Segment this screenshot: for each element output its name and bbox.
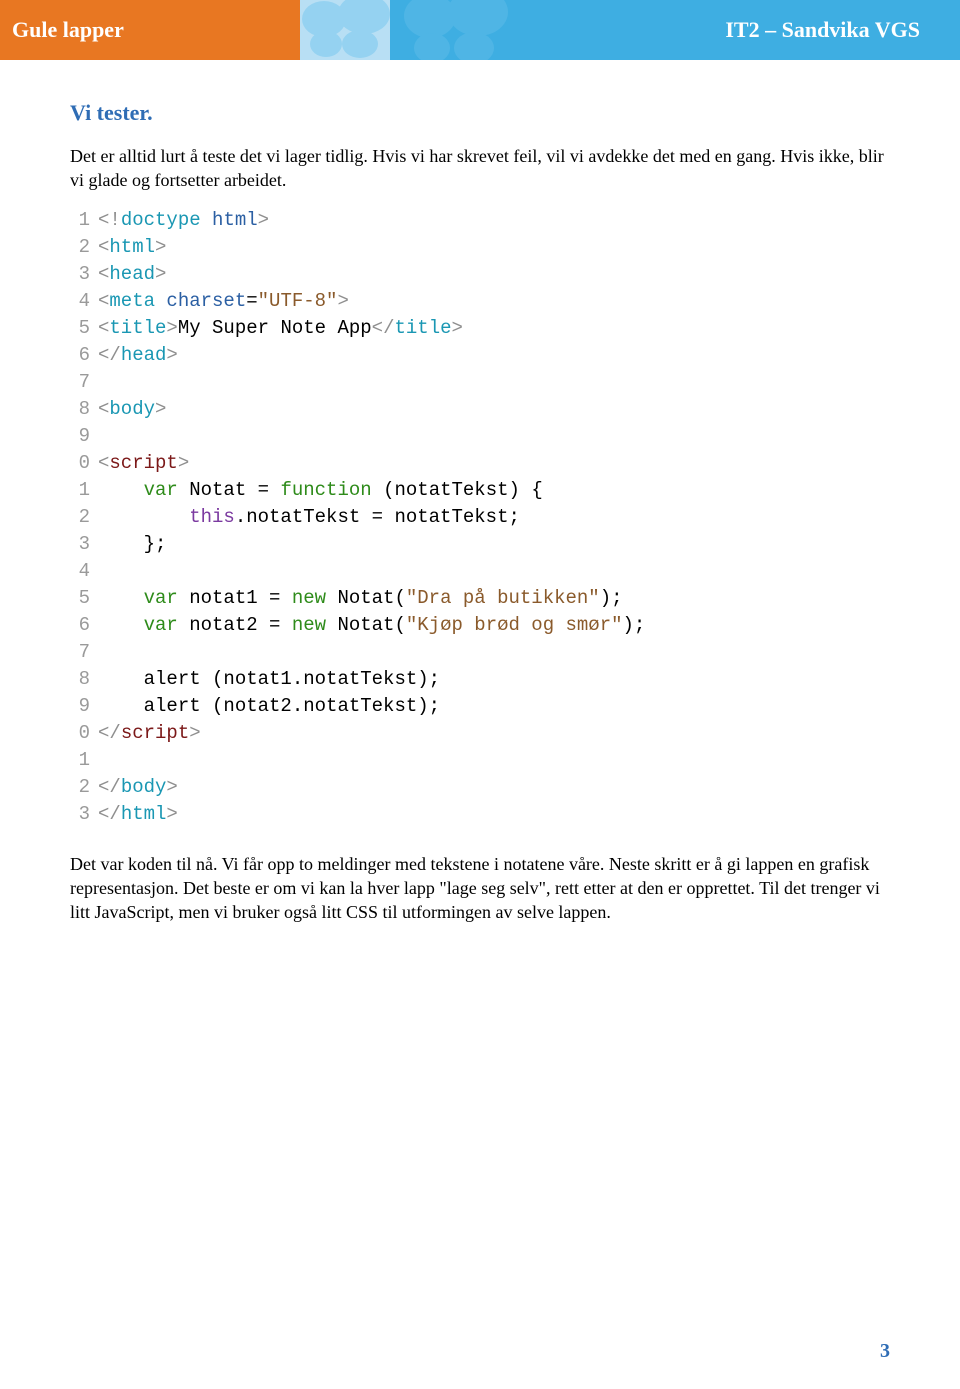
line-number: 2: [70, 504, 90, 531]
header-right: IT2 – Sandvika VGS: [390, 0, 960, 60]
line-number: 0: [70, 720, 90, 747]
line-number: 4: [70, 288, 90, 315]
code-line: <title>My Super Note App</title>: [98, 315, 645, 342]
code-line: var notat1 = new Notat("Dra på butikken"…: [98, 585, 645, 612]
line-number: 3: [70, 801, 90, 828]
line-number: 3: [70, 261, 90, 288]
line-number: 1: [70, 747, 90, 774]
line-number: 7: [70, 639, 90, 666]
header-mid: [300, 0, 390, 60]
line-number: 6: [70, 612, 90, 639]
code-line: <script>: [98, 450, 645, 477]
line-number: 2: [70, 234, 90, 261]
page-number: 3: [880, 1340, 890, 1363]
line-number: 7: [70, 369, 90, 396]
code-line: alert (notat1.notatTekst);: [98, 666, 645, 693]
code-line: };: [98, 531, 645, 558]
code-line: [98, 423, 645, 450]
line-number: 1: [70, 477, 90, 504]
code-screenshot: 12345678901234567890123 <!doctype html><…: [70, 207, 890, 828]
intro-paragraph: Det er alltid lurt å teste det vi lager …: [70, 144, 890, 193]
code-line: var Notat = function (notatTekst) {: [98, 477, 645, 504]
code-line: this.notatTekst = notatTekst;: [98, 504, 645, 531]
line-number: 8: [70, 396, 90, 423]
section-heading: Vi tester.: [70, 100, 890, 126]
page-header: Gule lapper: [0, 0, 960, 60]
line-number: 3: [70, 531, 90, 558]
header-right-text: IT2 – Sandvika VGS: [725, 17, 920, 43]
line-number-gutter: 12345678901234567890123: [70, 207, 98, 828]
page-content: Vi tester. Det er alltid lurt å teste de…: [0, 60, 960, 924]
code-line: <body>: [98, 396, 645, 423]
line-number: 5: [70, 585, 90, 612]
code-line: <head>: [98, 261, 645, 288]
line-number: 1: [70, 207, 90, 234]
code-line: </script>: [98, 720, 645, 747]
code-line: </head>: [98, 342, 645, 369]
line-number: 9: [70, 693, 90, 720]
code-line: <html>: [98, 234, 645, 261]
line-number: 9: [70, 423, 90, 450]
header-left-text: Gule lapper: [12, 17, 124, 43]
code-lines: <!doctype html><html><head><meta charset…: [98, 207, 645, 828]
line-number: 4: [70, 558, 90, 585]
line-number: 2: [70, 774, 90, 801]
header-left: Gule lapper: [0, 0, 300, 60]
line-number: 6: [70, 342, 90, 369]
code-line: [98, 369, 645, 396]
code-line: <meta charset="UTF-8">: [98, 288, 645, 315]
code-line: [98, 558, 645, 585]
code-line: <!doctype html>: [98, 207, 645, 234]
code-line: </body>: [98, 774, 645, 801]
code-line: </html>: [98, 801, 645, 828]
butterfly-icon: [294, 0, 404, 64]
code-line: [98, 747, 645, 774]
code-line: alert (notat2.notatTekst);: [98, 693, 645, 720]
line-number: 0: [70, 450, 90, 477]
line-number: 5: [70, 315, 90, 342]
code-line: [98, 639, 645, 666]
line-number: 8: [70, 666, 90, 693]
code-line: var notat2 = new Notat("Kjøp brød og smø…: [98, 612, 645, 639]
butterfly-icon: [396, 0, 516, 60]
outro-paragraph: Det var koden til nå. Vi får opp to meld…: [70, 852, 890, 925]
